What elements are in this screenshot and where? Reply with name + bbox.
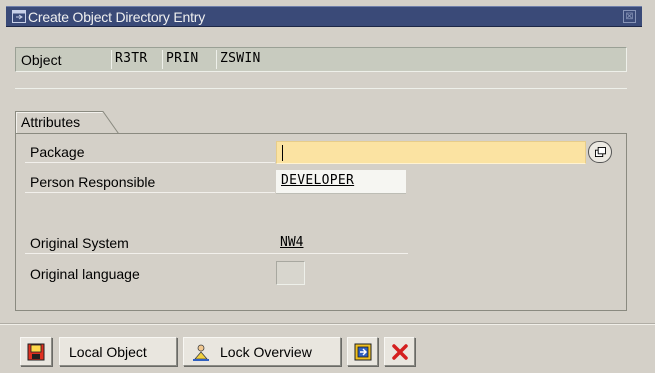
divider — [15, 88, 627, 89]
toolbar-divider-highlight — [0, 324, 655, 325]
transport-icon — [354, 343, 372, 361]
cancel-button[interactable] — [384, 337, 415, 366]
object-name: ZSWIN — [216, 50, 626, 69]
original-language-input[interactable] — [276, 261, 305, 285]
local-object-button[interactable]: Local Object — [59, 337, 177, 366]
transport-button[interactable] — [347, 337, 378, 366]
attributes-tab-label[interactable]: Attributes — [21, 114, 80, 130]
save-icon — [27, 343, 45, 361]
package-label: Package — [25, 141, 275, 163]
package-input[interactable] — [276, 141, 586, 164]
lock-overview-button[interactable]: Lock Overview — [183, 337, 341, 366]
dialog-title: Create Object Directory Entry — [28, 9, 206, 25]
local-object-label: Local Object — [69, 344, 147, 360]
lock-overview-label: Lock Overview — [220, 344, 312, 360]
save-button[interactable] — [20, 337, 52, 366]
cancel-icon — [392, 344, 408, 360]
close-icon[interactable]: ⊠ — [623, 10, 636, 23]
object-label: Object — [21, 52, 62, 68]
people-icon — [193, 344, 209, 361]
object-pgmid: R3TR — [111, 50, 160, 69]
person-responsible-value: DEVELOPER — [281, 173, 355, 188]
dialog-icon — [12, 10, 26, 23]
object-type: PRIN — [162, 50, 214, 69]
person-responsible-label: Person Responsible — [25, 171, 275, 193]
title-bar[interactable]: Create Object Directory Entry ⊠ — [6, 6, 642, 27]
original-system-value: NW4 — [280, 235, 304, 250]
original-system-label: Original System — [25, 232, 408, 254]
person-responsible-input[interactable]: DEVELOPER — [276, 170, 406, 194]
create-object-directory-entry-dialog: Create Object Directory Entry ⊠ Object R… — [0, 0, 655, 373]
text-cursor — [282, 145, 283, 161]
original-language-label: Original language — [30, 266, 140, 282]
object-row: Object R3TR PRIN ZSWIN — [15, 47, 627, 72]
value-help-icon[interactable] — [588, 141, 612, 163]
